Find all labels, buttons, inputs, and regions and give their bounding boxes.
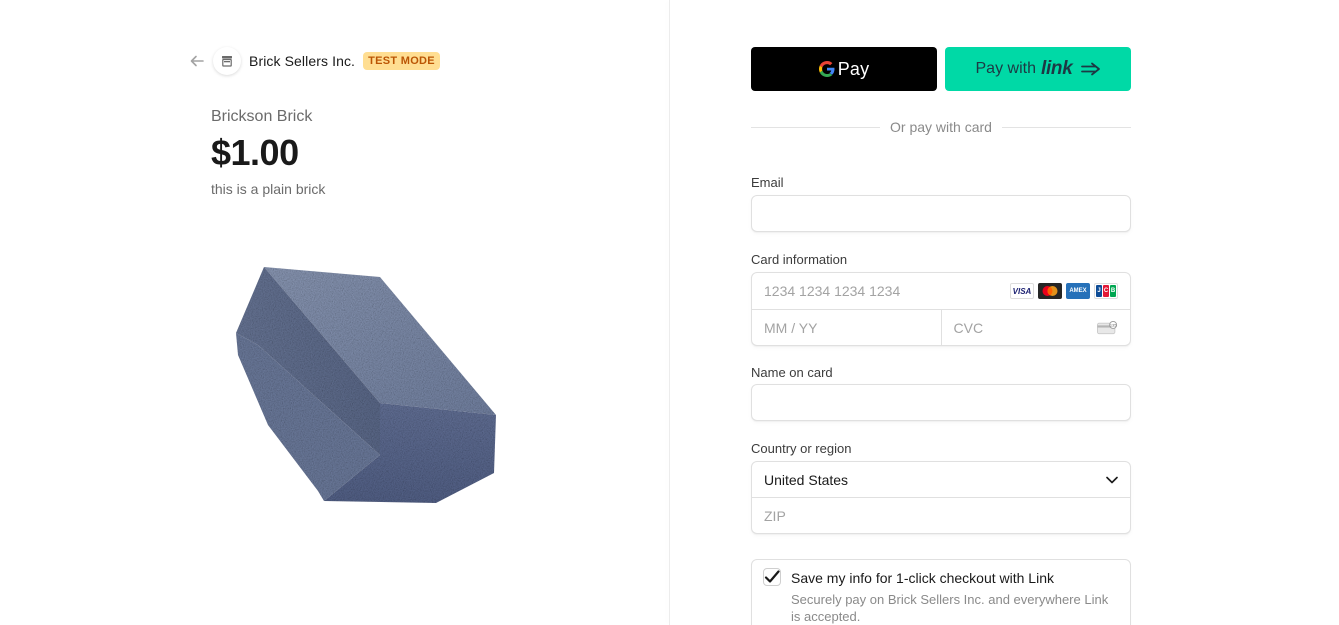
name-on-card-field[interactable]: [764, 394, 1118, 411]
card-information-label: Card information: [751, 252, 848, 267]
mastercard-icon: [1038, 283, 1062, 299]
product-price: $1.00: [211, 132, 299, 173]
link-arrow-icon: [1080, 62, 1100, 76]
svg-text:135: 135: [1110, 322, 1117, 327]
order-summary-panel: Brick Sellers Inc. TEST MODE Brickson Br…: [0, 0, 670, 625]
chevron-down-icon: [1106, 476, 1118, 483]
email-field[interactable]: [764, 205, 1118, 222]
jcb-icon: JCB: [1094, 283, 1118, 299]
merchant-name: Brick Sellers Inc.: [249, 53, 356, 69]
product-name: Brickson Brick: [211, 108, 313, 125]
google-pay-label: Pay: [837, 58, 870, 79]
zip-row: [752, 498, 1130, 534]
product-description: this is a plain brick: [211, 181, 326, 197]
payment-panel: Pay Pay with link Or pay with card Email…: [670, 0, 1339, 625]
save-info-checkbox[interactable]: [763, 568, 781, 586]
cvc-card-icon: 135: [1097, 321, 1117, 335]
store-icon: [213, 47, 241, 75]
divider-line-right: [1001, 126, 1131, 128]
expiry-cell: [752, 310, 941, 346]
name-on-card-box: [751, 384, 1131, 421]
google-g-icon: [818, 61, 835, 77]
product-image-brick: [236, 267, 496, 503]
amex-icon: AMEX: [1066, 283, 1090, 299]
visa-icon: VISA: [1010, 283, 1034, 299]
checkmark-icon: [764, 570, 780, 583]
email-field-box: [751, 195, 1131, 232]
save-info-subtitle: Securely pay on Brick Sellers Inc. and e…: [791, 592, 1109, 624]
country-selected-value: United States: [764, 471, 849, 488]
link-button-prefix: Pay with: [975, 60, 1036, 77]
card-expiry-cvc-row: 135: [752, 310, 1130, 346]
email-label: Email: [751, 175, 784, 190]
country-zip-group: United States: [751, 461, 1131, 534]
pay-with-link-button[interactable]: Pay with link: [945, 47, 1131, 91]
test-mode-badge: TEST MODE: [363, 52, 440, 70]
save-info-title: Save my info for 1-click checkout with L…: [791, 570, 1054, 586]
card-information-group: VISA AMEX JCB 135: [751, 272, 1131, 346]
or-pay-with-card-divider: Or pay with card: [751, 118, 1131, 136]
country-region-label: Country or region: [751, 441, 852, 456]
save-info-link-box: Save my info for 1-click checkout with L…: [751, 559, 1131, 625]
or-pay-with-card-text: Or pay with card: [890, 119, 992, 135]
back-arrow-icon[interactable]: [189, 53, 205, 69]
zip-input[interactable]: [764, 508, 1118, 524]
expiry-input[interactable]: [764, 320, 929, 336]
cvc-input[interactable]: [953, 320, 1098, 336]
merchant-header: Brick Sellers Inc. TEST MODE: [189, 46, 440, 76]
card-number-row: VISA AMEX JCB: [752, 273, 1130, 310]
link-logo-text: link: [1040, 58, 1073, 79]
divider-line-left: [751, 126, 881, 128]
card-number-input[interactable]: [764, 283, 1010, 299]
google-pay-button[interactable]: Pay: [751, 47, 937, 91]
name-on-card-label: Name on card: [751, 365, 833, 380]
country-select[interactable]: United States: [752, 462, 1130, 498]
card-brand-icons: VISA AMEX JCB: [1010, 283, 1118, 299]
cvc-cell: 135: [940, 310, 1131, 346]
